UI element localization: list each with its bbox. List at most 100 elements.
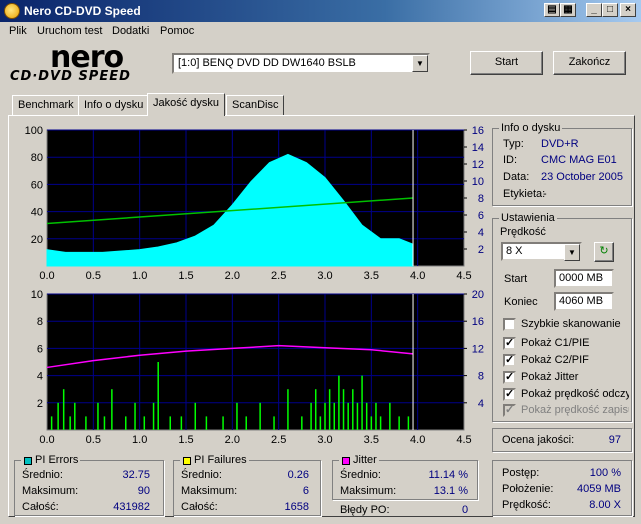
- menu-bar: Plik Uruchom test Dodatki Pomoc: [0, 22, 641, 41]
- nero-logo: nero CD·DVD SPEED: [10, 40, 131, 84]
- speed-label: Prędkość: [500, 226, 546, 238]
- speed-select[interactable]: 8 X ▼: [501, 242, 582, 261]
- x-tick-label: 4.0: [410, 270, 425, 282]
- y-right-tick-label: 6: [478, 210, 484, 222]
- pi-errors-max-value: 90: [137, 485, 150, 497]
- y-right-tick-label: 12: [472, 343, 484, 355]
- pi-errors-total-label: Całość:: [22, 501, 59, 513]
- menu-run-test[interactable]: Uruchom test: [37, 25, 102, 37]
- disc-type-value: DVD+R: [541, 138, 579, 150]
- quick-scan-checkbox[interactable]: [503, 318, 516, 331]
- show-read-speed-checkbox[interactable]: ✓: [503, 388, 516, 401]
- pi-errors-total-value: 431982: [113, 501, 150, 513]
- show-pif-checkbox[interactable]: ✓: [503, 354, 516, 367]
- close-button[interactable]: ×: [620, 3, 636, 17]
- x-tick-label: 0.0: [39, 270, 54, 282]
- menu-file[interactable]: Plik: [9, 25, 27, 37]
- show-jitter-checkbox[interactable]: ✓: [503, 371, 516, 384]
- disc-date-label: Data:: [503, 171, 530, 183]
- end-mb-label: Koniec: [504, 296, 538, 308]
- position-label: Położenie:: [502, 483, 554, 495]
- x-tick-label: 0.5: [86, 434, 101, 446]
- pi-failures-max-label: Maksimum:: [181, 485, 238, 497]
- tab-disc-info[interactable]: Info o dysku: [78, 95, 150, 115]
- minimize-button[interactable]: _: [586, 3, 602, 17]
- start-mb-input[interactable]: 0000 MB: [554, 269, 614, 288]
- start-mb-label: Start: [504, 273, 528, 285]
- y-right-tick-label: 10: [472, 176, 484, 188]
- pi-failures-total-value: 1658: [284, 501, 309, 513]
- y-left-tick-label: 10: [31, 289, 43, 301]
- maximize-button[interactable]: □: [602, 3, 618, 17]
- show-pif-label: Pokaż C2/PIF: [521, 354, 589, 366]
- x-tick-label: 2.5: [271, 270, 286, 282]
- menu-extras[interactable]: Dodatki: [112, 25, 149, 37]
- po-errors-label: Błędy PO:: [340, 504, 390, 516]
- menu-help[interactable]: Pomoc: [160, 25, 194, 37]
- stop-button[interactable]: Zakończ: [553, 51, 626, 75]
- disc-id-label: ID:: [503, 154, 518, 166]
- y-right-tick-label: 16: [472, 125, 484, 137]
- x-tick-label: 4.5: [456, 270, 471, 282]
- y-left-tick-label: 60: [31, 179, 43, 191]
- disc-type-label: Typ:: [503, 138, 524, 150]
- app-icon: [4, 3, 20, 19]
- y-left-tick-label: 8: [37, 316, 43, 328]
- position-value: 4059 MB: [576, 483, 621, 495]
- jitter-group: Jitter Średnio: 11.14 % Maksimum: 13.1 %: [332, 454, 478, 500]
- pi-failures-avg-label: Średnio:: [181, 469, 222, 481]
- x-tick-label: 0.0: [39, 434, 54, 446]
- po-errors-value: 0: [462, 504, 469, 516]
- jitter-avg-value: 11.14 %: [428, 469, 468, 481]
- pi-failures-total-label: Całość:: [181, 501, 218, 513]
- disc-label-label: Etykieta:: [503, 188, 546, 200]
- show-pie-checkbox[interactable]: ✓: [503, 337, 516, 350]
- x-tick-label: 2.0: [225, 434, 240, 446]
- x-tick-label: 1.0: [132, 270, 147, 282]
- refresh-icon[interactable]: ↻: [594, 242, 614, 262]
- tab-disc-quality[interactable]: Jakość dysku: [147, 93, 226, 116]
- show-write-speed-label: Pokaż prędkość zapisu: [521, 404, 629, 416]
- x-tick-label: 0.5: [86, 270, 101, 282]
- help-icon[interactable]: ▤: [544, 3, 560, 17]
- y-right-tick-label: 2: [478, 244, 484, 256]
- settings-group: Ustawienia Prędkość 8 X ▼ ↻ Start 0000 M…: [492, 212, 632, 422]
- y-right-tick-label: 14: [472, 142, 484, 154]
- disc-info-title: Info o dysku: [499, 122, 563, 134]
- y-right-tick-label: 8: [478, 371, 484, 383]
- start-button[interactable]: Start: [470, 51, 543, 75]
- y-right-tick-label: 4: [478, 398, 484, 410]
- chevron-down-icon[interactable]: ▼: [564, 244, 580, 261]
- tab-scandisc[interactable]: ScanDisc: [226, 95, 285, 115]
- speed-status-label: Prędkość:: [502, 499, 551, 511]
- y-left-tick-label: 6: [37, 343, 43, 355]
- quality-score-value: 97: [608, 434, 621, 446]
- jitter-max-value: 13.1 %: [433, 485, 468, 497]
- y-left-tick-label: 100: [25, 125, 43, 137]
- end-mb-input[interactable]: 4060 MB: [554, 292, 614, 311]
- show-read-speed-label: Pokaż prędkość odczytu: [521, 388, 629, 400]
- speed-status-value: 8.00 X: [589, 499, 621, 511]
- jitter-avg-label: Średnio:: [340, 469, 381, 481]
- settings-title: Ustawienia: [499, 212, 557, 224]
- show-pie-label: Pokaż C1/PIE: [521, 337, 590, 349]
- speed-select-value: 8 X: [506, 245, 523, 257]
- progress-value: 100 %: [589, 467, 621, 479]
- y-left-tick-label: 40: [31, 207, 43, 219]
- jitter-max-label: Maksimum:: [340, 485, 397, 497]
- y-right-tick-label: 20: [472, 289, 484, 301]
- chevron-down-icon[interactable]: ▼: [412, 55, 428, 72]
- save-icon[interactable]: ▦: [560, 3, 576, 17]
- drive-select[interactable]: [1:0] BENQ DVD DD DW1640 BSLB ▼: [172, 53, 430, 74]
- tab-benchmark[interactable]: Benchmark: [12, 95, 80, 115]
- y-left-tick-label: 2: [37, 398, 43, 410]
- pi-error-chart: 0.0 0.5 1.0 1.5 2.0 2.5 3.0 3.5 4.0 4.5 100 80 60 40 2…: [25, 125, 484, 282]
- disc-date-value: 23 October 2005: [541, 171, 623, 183]
- pi-errors-max-label: Maksimum:: [22, 485, 79, 497]
- x-tick-label: 2.5: [271, 434, 286, 446]
- quick-scan-label: Szybkie skanowanie: [521, 318, 621, 330]
- disc-id-value: CMC MAG E01: [541, 154, 617, 166]
- x-tick-label: 4.0: [410, 434, 425, 446]
- pi-failures-group: PI Failures Średnio: 0.26 Maksimum: 6 Ca…: [173, 454, 321, 516]
- x-tick-label: 3.5: [364, 434, 379, 446]
